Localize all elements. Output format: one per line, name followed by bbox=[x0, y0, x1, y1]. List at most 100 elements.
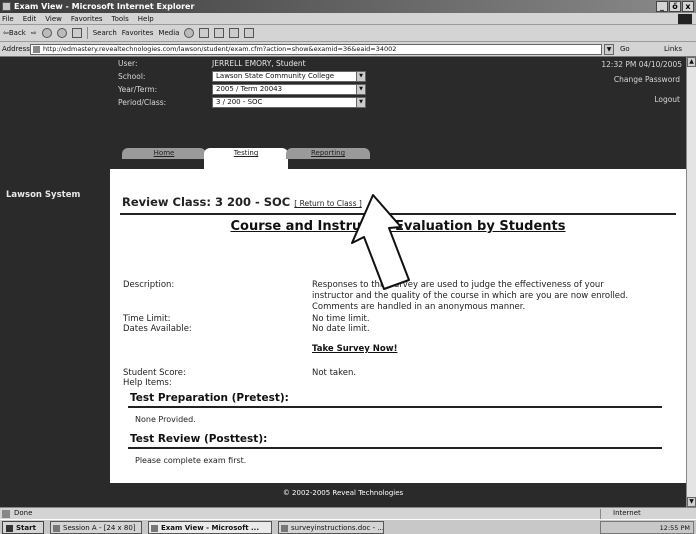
mail-icon[interactable] bbox=[199, 28, 210, 38]
tab-reporting[interactable]: Reporting bbox=[286, 148, 370, 159]
chevron-down-icon: ▼ bbox=[356, 98, 365, 107]
vertical-scrollbar[interactable]: ▲ ▼ bbox=[686, 57, 696, 507]
address-input[interactable]: http://edmastery.revealtechnologies.com/… bbox=[30, 44, 602, 55]
review-class-text: Review Class: 3 200 - SOC bbox=[122, 195, 291, 209]
header-clock: 12:32 PM 04/10/2005 bbox=[601, 60, 682, 69]
window-title: Exam View - Microsoft Internet Explorer bbox=[14, 2, 195, 11]
dates-label: Dates Available: bbox=[123, 324, 192, 334]
page-icon bbox=[33, 46, 40, 53]
lawson-system-label: Lawson System bbox=[6, 190, 81, 200]
school-select-value: Lawson State Community College bbox=[216, 72, 335, 80]
home-icon[interactable] bbox=[71, 28, 82, 38]
menu-tools[interactable]: Tools bbox=[112, 13, 129, 24]
minimize-button[interactable]: _ bbox=[656, 1, 668, 12]
take-survey-link[interactable]: Take Survey Now! bbox=[312, 344, 397, 354]
status-text: Done bbox=[14, 509, 33, 517]
forward-button[interactable]: ⇨ bbox=[31, 25, 37, 42]
media-button[interactable]: Media bbox=[158, 25, 179, 42]
description-label: Description: bbox=[123, 280, 175, 290]
term-select-value: 2005 / Term 20043 bbox=[216, 85, 283, 93]
time-limit-label: Time Limit: bbox=[123, 314, 171, 324]
pretest-divider bbox=[128, 406, 662, 408]
taskbar-item[interactable]: Session A - [24 x 80] bbox=[50, 521, 142, 534]
tab-home[interactable]: Home bbox=[122, 148, 206, 159]
edit-icon[interactable] bbox=[229, 28, 240, 38]
score-value: Not taken. bbox=[312, 368, 357, 378]
scroll-up-icon[interactable]: ▲ bbox=[687, 57, 696, 67]
menu-favorites[interactable]: Favorites bbox=[71, 13, 103, 24]
scroll-down-icon[interactable]: ▼ bbox=[687, 497, 696, 507]
help-items-label: Help Items: bbox=[123, 378, 172, 388]
window-titlebar: Exam View - Microsoft Internet Explorer … bbox=[0, 0, 696, 13]
address-label: Address bbox=[2, 45, 30, 53]
posttest-divider bbox=[128, 447, 662, 449]
period-label: Period/Class: bbox=[118, 98, 167, 107]
chevron-down-icon: ▼ bbox=[356, 72, 365, 81]
web-page: User: JERRELL EMORY, Student School: Law… bbox=[0, 57, 686, 507]
posttest-body: Please complete exam first. bbox=[135, 456, 247, 465]
description-line: Responses to this survey are used to jud… bbox=[312, 280, 604, 290]
title-divider bbox=[120, 213, 676, 215]
tab-testing[interactable]: Testing bbox=[204, 148, 288, 169]
period-select[interactable]: 3 / 200 - SOC ▼ bbox=[212, 97, 366, 108]
menu-edit[interactable]: Edit bbox=[23, 13, 37, 24]
taskbar: Start Session A - [24 x 80] Exam View - … bbox=[0, 519, 696, 534]
stop-icon[interactable] bbox=[41, 28, 52, 38]
dates-value: No date limit. bbox=[312, 324, 370, 334]
toolbar: ⇦Back ⇨ Search Favorites Media bbox=[0, 25, 696, 42]
favorites-button[interactable]: Favorites bbox=[122, 25, 154, 42]
go-button[interactable]: Go bbox=[620, 42, 630, 57]
user-label: User: bbox=[118, 59, 138, 68]
refresh-icon[interactable] bbox=[56, 28, 67, 38]
address-url: http://edmastery.revealtechnologies.com/… bbox=[43, 45, 397, 53]
user-value: JERRELL EMORY, Student bbox=[212, 59, 306, 68]
posttest-title: Test Review (Posttest): bbox=[130, 433, 268, 445]
left-sidebar bbox=[0, 169, 110, 507]
windows-flag-icon bbox=[678, 14, 692, 24]
ie-icon bbox=[2, 2, 11, 11]
search-button[interactable]: Search bbox=[93, 25, 117, 42]
links-button[interactable]: Links bbox=[664, 42, 682, 57]
chevron-down-icon: ▼ bbox=[356, 85, 365, 94]
tray-clock: 12:55 PM bbox=[659, 524, 690, 532]
school-label: School: bbox=[118, 72, 146, 81]
discuss-icon[interactable] bbox=[244, 28, 255, 38]
return-to-class-link[interactable]: [ Return to Class ] bbox=[294, 199, 362, 208]
menu-help[interactable]: Help bbox=[138, 13, 154, 24]
address-bar: Address http://edmastery.revealtechnolog… bbox=[0, 42, 696, 57]
school-select[interactable]: Lawson State Community College ▼ bbox=[212, 71, 366, 82]
review-class-title: Review Class: 3 200 - SOC [ Return to Cl… bbox=[122, 195, 362, 209]
status-bar: Done Internet bbox=[0, 507, 696, 519]
pretest-body: None Provided. bbox=[135, 415, 196, 424]
menu-view[interactable]: View bbox=[45, 13, 62, 24]
term-label: Year/Term: bbox=[118, 85, 158, 94]
back-button[interactable]: ⇦Back bbox=[3, 25, 26, 42]
page-heading: Course and Instructor Evaluation by Stud… bbox=[230, 219, 566, 234]
term-select[interactable]: 2005 / Term 20043 ▼ bbox=[212, 84, 366, 95]
page-done-icon bbox=[2, 510, 10, 518]
address-dropdown[interactable]: ▼ bbox=[604, 44, 614, 55]
menu-bar: File Edit View Favorites Tools Help bbox=[0, 13, 696, 25]
zone-label: Internet bbox=[613, 509, 641, 517]
maximize-button[interactable]: ő bbox=[669, 1, 681, 12]
close-button[interactable]: x bbox=[682, 1, 694, 12]
main-content: Review Class: 3 200 - SOC [ Return to Cl… bbox=[110, 169, 686, 507]
menu-file[interactable]: File bbox=[2, 13, 14, 24]
security-zone: Internet bbox=[600, 509, 694, 519]
system-tray: 12:55 PM bbox=[600, 521, 694, 534]
change-password-link[interactable]: Change Password bbox=[614, 75, 680, 84]
logout-link[interactable]: Logout bbox=[654, 95, 680, 104]
print-icon[interactable] bbox=[214, 28, 225, 38]
footer-copyright: © 2002-2005 Reveal Technologies bbox=[282, 489, 404, 497]
toolbar-separator bbox=[86, 27, 88, 39]
score-label: Student Score: bbox=[123, 368, 186, 378]
taskbar-item[interactable]: Exam View - Microsoft ... bbox=[148, 521, 272, 534]
description-line: Comments are handled in an anonymous man… bbox=[312, 302, 526, 312]
description-line: instructor and the quality of the course… bbox=[312, 291, 629, 301]
period-select-value: 3 / 200 - SOC bbox=[216, 98, 263, 106]
taskbar-item[interactable]: surveyinstructions.doc - ... bbox=[278, 521, 384, 534]
history-icon[interactable] bbox=[184, 28, 195, 38]
description-text: Responses to this survey are used to jud… bbox=[312, 280, 628, 313]
pretest-title: Test Preparation (Pretest): bbox=[130, 392, 289, 404]
start-button[interactable]: Start bbox=[2, 521, 44, 534]
